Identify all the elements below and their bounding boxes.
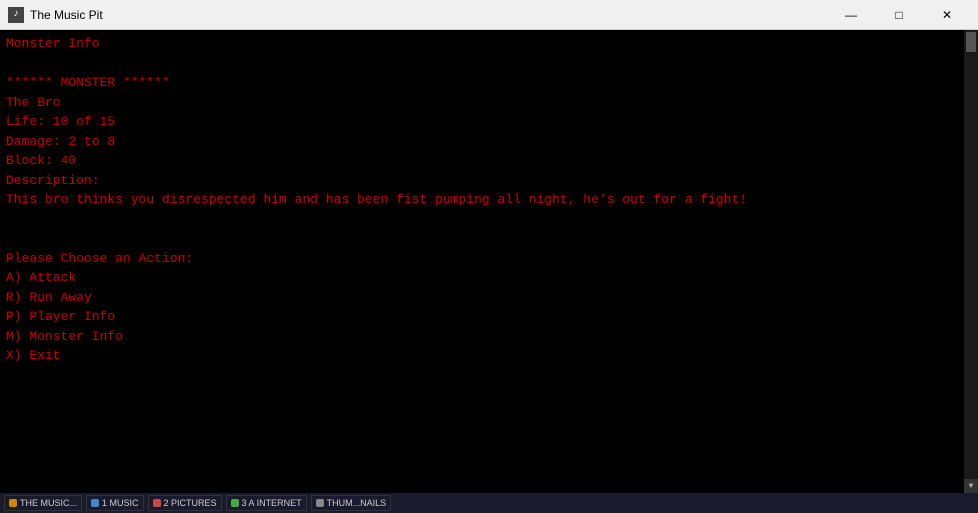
monster-header: ****** MONSTER ****** xyxy=(6,73,972,93)
scrollbar-down-arrow[interactable]: ▼ xyxy=(964,479,978,493)
action-attack[interactable]: A) Attack xyxy=(6,268,972,288)
taskbar-item-3[interactable]: 3 A INTERNET xyxy=(226,495,307,511)
monster-life: Life: 10 of 15 xyxy=(6,112,972,132)
action-player-info[interactable]: P) Player Info xyxy=(6,307,972,327)
section-title: Monster Info xyxy=(6,34,972,54)
monster-name: The Bro xyxy=(6,93,972,113)
description-label: Description: xyxy=(6,171,972,191)
taskbar-item-0[interactable]: THE MUSIC... xyxy=(4,495,82,511)
action-prompt: Please Choose an Action: xyxy=(6,249,972,269)
title-bar: ♪ The Music Pit — □ ✕ xyxy=(0,0,978,30)
taskbar-item-1[interactable]: 1 MUSIC xyxy=(86,495,144,511)
close-button[interactable]: ✕ xyxy=(924,0,970,30)
app-icon: ♪ xyxy=(8,7,24,23)
action-monster-info[interactable]: M) Monster Info xyxy=(6,327,972,347)
action-exit[interactable]: X) Exit xyxy=(6,346,972,366)
window-title: The Music Pit xyxy=(30,8,822,22)
window-controls: — □ ✕ xyxy=(828,0,970,30)
monster-damage: Damage: 2 to 8 xyxy=(6,132,972,152)
scrollbar[interactable]: ▼ xyxy=(964,30,978,493)
maximize-button[interactable]: □ xyxy=(876,0,922,30)
taskbar-item-4[interactable]: THUM...NAILS xyxy=(311,495,392,511)
scrollbar-thumb[interactable] xyxy=(966,32,976,52)
description-text: This bro thinks you disrespected him and… xyxy=(6,190,972,210)
minimize-button[interactable]: — xyxy=(828,0,874,30)
monster-block: Block: 40 xyxy=(6,151,972,171)
action-run[interactable]: R) Run Away xyxy=(6,288,972,308)
terminal-area: Monster Info ****** MONSTER ****** The B… xyxy=(0,30,978,493)
taskbar: THE MUSIC...1 MUSIC2 PICTURES3 A INTERNE… xyxy=(0,493,978,513)
taskbar-item-2[interactable]: 2 PICTURES xyxy=(148,495,222,511)
